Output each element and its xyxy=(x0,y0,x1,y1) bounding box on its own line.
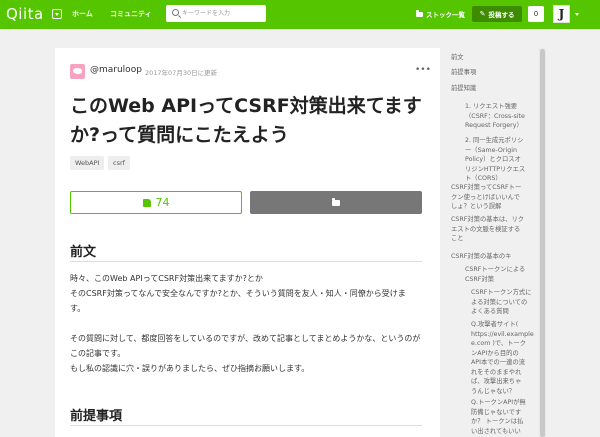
toc-item[interactable]: 1. リクエスト強要 （CSRF：Cross-site Request Forger… xyxy=(465,102,541,131)
global-header: Qiita ホーム コミュニティ ストック一覧 ✎ 投稿する 0 J xyxy=(0,0,600,29)
toc-item-line: （CSRF：Cross-site xyxy=(465,112,525,120)
text-line: す。 xyxy=(70,304,86,313)
toc-item[interactable]: 前文 xyxy=(451,53,539,63)
toc-item-line: ば、攻撃出来ちゃ xyxy=(471,378,522,385)
article-title: このWeb APIってCSRF対策出来てます か?って質問にこたえよう xyxy=(70,92,430,150)
thumbs-up-icon xyxy=(142,198,151,207)
toc-item-line: CSRF対策 xyxy=(465,275,494,283)
author-name[interactable]: @maruloop xyxy=(90,65,142,75)
toc-item-line: か？ トークンは払 xyxy=(471,418,524,425)
toc-item[interactable]: 2. 同一生成元ポリシ ー（Same-Origin Policy）とクロスオ リジンH… xyxy=(465,136,541,184)
title-line: か?って質問にこたえよう xyxy=(70,124,289,146)
author-avatar[interactable] xyxy=(70,64,85,79)
stock-list-label: ストック一覧 xyxy=(426,11,465,19)
toc-item-line: クン使っとけばいいんで xyxy=(451,193,520,201)
toc-item-line: https://evil.example xyxy=(471,330,534,338)
heading-divider xyxy=(70,425,422,426)
text-line: この記事です。 xyxy=(70,349,126,358)
toc-item-line: Request Forgery） xyxy=(465,122,523,129)
toc-item-line: い出されてもいい xyxy=(471,427,521,435)
toc-item-line: よくある質問 xyxy=(471,308,509,315)
text-line: 時々、このWeb APIってCSRF対策出来てますか?とか xyxy=(70,274,263,283)
paragraph: その質問に対して、都度回答をしているのですが、改めて記事としてまとめようかな、と… xyxy=(70,331,425,376)
toc-item-line: れをそのままやれ xyxy=(471,368,522,376)
folder-icon xyxy=(416,10,423,17)
toc-item-line: Q.トークンAPIが無 xyxy=(471,399,526,406)
more-options-icon[interactable]: ••• xyxy=(415,65,431,75)
toc-item[interactable]: CSRF対策ってCSRFトー クン使っとけばいいんで しょ？という誤解 xyxy=(451,183,539,212)
text-line: もし私の認識に穴・誤りがありましたら、ぜひ指摘お願いします。 xyxy=(70,364,310,373)
toc-item-line: CSRF対策の基本のキ xyxy=(451,253,512,260)
toc-item[interactable]: CSRFトークンによる CSRF対策 xyxy=(465,265,541,284)
chevron-down-icon[interactable] xyxy=(52,9,62,19)
toc-item-line: よる対策についての xyxy=(471,298,528,306)
toc-item[interactable]: CSRF対策の基本は、リク エストの文脈を検証する こと xyxy=(451,215,539,244)
title-line: このWeb APIってCSRF対策出来てます xyxy=(70,95,422,117)
toc-item-line: 前文 xyxy=(451,54,464,61)
toc-item-line: 前提知識 xyxy=(451,85,477,92)
toc-item[interactable]: Q.攻撃者サイト( https://evil.example e.com )で、トー… xyxy=(471,320,537,396)
toc-item-line: うんじゃない？ xyxy=(471,387,516,395)
qiita-logo[interactable]: Qiita xyxy=(6,5,44,23)
toc-item-line: 2. 同一生成元ポリシ xyxy=(465,137,524,144)
toc-item-line: 前提事項 xyxy=(451,69,477,76)
toc-item-line: Policy）とクロスオ xyxy=(465,156,521,163)
toc-item[interactable]: CSRFトークン方式に よる対策についての よくある質問 xyxy=(471,288,543,317)
toc-item-line: CSRF対策の基本は、リク xyxy=(451,216,525,223)
toc-item-line: Q.攻撃者サイト( xyxy=(471,321,519,328)
text-line: その質問に対して、都度回答をしているのですが、改めて記事としてまとめようかな、と… xyxy=(70,334,421,343)
toc-item-line: 1. リクエスト強要 xyxy=(465,103,518,110)
post-button-label: 投稿する xyxy=(488,11,515,19)
like-button[interactable]: 74 xyxy=(70,191,242,214)
toc-item-line: e.com )で、トーク xyxy=(471,340,527,347)
tag-webapi[interactable]: WebAPI xyxy=(70,156,105,170)
tag-csrf[interactable]: csrf xyxy=(108,156,130,170)
toc-item-line: リジンHTTPリクエス xyxy=(465,165,526,173)
toc-item-line: API本での一連の流 xyxy=(471,359,526,366)
toc-item[interactable]: Q.トークンAPIが無 防備じゃないです か？ トークンは払 い出されてもいい xyxy=(471,398,537,436)
section-heading: 前提事項 xyxy=(70,409,123,424)
post-button[interactable]: ✎ 投稿する xyxy=(472,6,522,22)
toc-item-line: 防備じゃないです xyxy=(471,408,522,416)
nav-home[interactable]: ホーム xyxy=(72,9,93,19)
search-icon xyxy=(172,9,179,16)
toc-item-line: こと xyxy=(451,235,464,242)
heading-divider xyxy=(70,261,422,262)
stock-button[interactable] xyxy=(250,191,422,214)
chevron-down-icon[interactable] xyxy=(575,13,579,16)
text-line: そのCSRF対策ってなんで安全なんですか?とか、そういう質問を友人・知人・同僚か… xyxy=(70,289,406,298)
paragraph: 時々、このWeb APIってCSRF対策出来てますか?とか そのCSRF対策って… xyxy=(70,271,425,316)
search-box[interactable] xyxy=(166,5,266,22)
user-avatar[interactable]: J xyxy=(553,5,570,23)
stock-list-link[interactable]: ストック一覧 xyxy=(416,9,465,19)
toc-item[interactable]: 前提事項 xyxy=(451,68,539,78)
post-date: 2017年07月30日に更新 xyxy=(145,69,218,77)
pencil-icon: ✎ xyxy=(479,10,486,18)
folder-icon xyxy=(332,198,340,206)
notification-count[interactable]: 0 xyxy=(528,6,544,22)
article-card: @maruloop 2017年07月30日に更新 ••• このWeb APIって… xyxy=(55,48,440,437)
toc-item[interactable]: CSRF対策の基本のキ xyxy=(451,252,539,262)
toc-item-line: エストの文脈を検証する xyxy=(451,225,521,233)
toc-item-line: しょ？という誤解 xyxy=(451,203,502,210)
toc-item-line: CSRFトークン方式に xyxy=(471,289,532,296)
toc-item-line: ンAPIから目的の xyxy=(471,349,519,357)
toc-item-line: CSRF対策ってCSRFトー xyxy=(451,184,522,191)
toc-item-line: ー（Same-Origin xyxy=(465,146,517,154)
section-heading: 前文 xyxy=(70,245,97,260)
search-input[interactable] xyxy=(182,7,262,20)
like-count: 74 xyxy=(155,196,170,209)
toc-item[interactable]: 前提知識 xyxy=(451,84,539,94)
toc-item-line: CSRFトークンによる xyxy=(465,266,526,273)
nav-community[interactable]: コミュニティ xyxy=(110,9,152,19)
